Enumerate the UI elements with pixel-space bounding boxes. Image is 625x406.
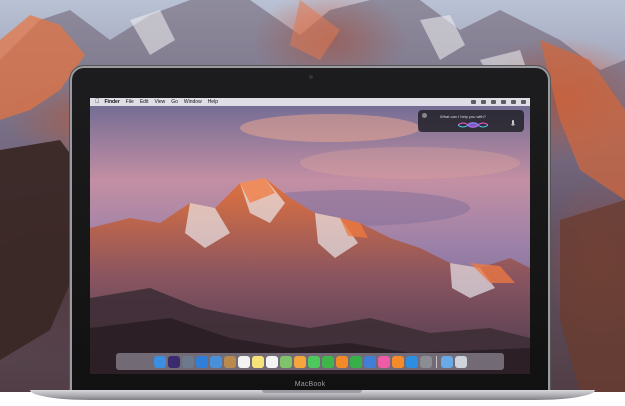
screen:  Finder File Edit View Go Window Help W… [90,98,530,374]
menu-item-finder[interactable]: Finder [105,99,120,105]
dock-photos-icon[interactable] [293,355,306,368]
camera-icon [309,75,313,79]
desktop-wallpaper [90,98,530,374]
apple-icon[interactable]:  [95,99,100,105]
battery-icon[interactable] [481,100,486,104]
dock-app-store-icon[interactable] [405,355,418,368]
menu-icon[interactable] [521,100,526,104]
laptop-notch [262,390,362,393]
menu-item-go[interactable]: Go [171,99,178,105]
dock [116,353,504,370]
menu-item-edit[interactable]: Edit [140,99,149,105]
dock-keynote-icon[interactable] [363,355,376,368]
dock-messages-icon[interactable] [307,355,320,368]
menu-item-window[interactable]: Window [184,99,202,105]
menu-item-file[interactable]: File [126,99,134,105]
siri-waveform-icon [458,122,488,128]
dock-facetime-icon[interactable] [321,355,334,368]
siri-icon[interactable] [511,100,516,104]
dock-downloads-folder-icon[interactable] [440,355,453,368]
dock-numbers-icon[interactable] [349,355,362,368]
brand-label: MacBook [294,380,326,388]
menu-status-area [471,98,526,106]
dock-finder-icon[interactable] [153,355,166,368]
dock-reminders-icon[interactable] [265,355,278,368]
dock-trash-icon[interactable] [454,355,467,368]
close-icon[interactable] [422,113,427,118]
dock-safari-icon[interactable] [195,355,208,368]
siri-prompt: What can I help you with? [440,114,486,119]
menu-item-help[interactable]: Help [208,99,218,105]
dock-itunes-icon[interactable] [377,355,390,368]
dock-ibooks-icon[interactable] [391,355,404,368]
macbook-laptop:  Finder File Edit View Go Window Help W… [70,66,550,392]
dock-system-preferences-icon[interactable] [419,355,432,368]
dock-calendar-icon[interactable] [237,355,250,368]
dock-maps-icon[interactable] [279,355,292,368]
siri-panel: What can I help you with? [418,110,524,132]
dock-contacts-icon[interactable] [223,355,236,368]
dock-notes-icon[interactable] [251,355,264,368]
clock-icon[interactable] [491,100,496,104]
menu-item-view[interactable]: View [154,99,165,105]
dock-pages-icon[interactable] [335,355,348,368]
menu-bar:  Finder File Edit View Go Window Help [90,98,530,106]
dock-mail-icon[interactable] [209,355,222,368]
microphone-icon[interactable] [510,120,516,128]
dock-siri-icon[interactable] [167,355,180,368]
dock-launchpad-icon[interactable] [181,355,194,368]
search-icon[interactable] [501,100,506,104]
wifi-icon[interactable] [471,100,476,104]
dock-separator [435,355,437,368]
